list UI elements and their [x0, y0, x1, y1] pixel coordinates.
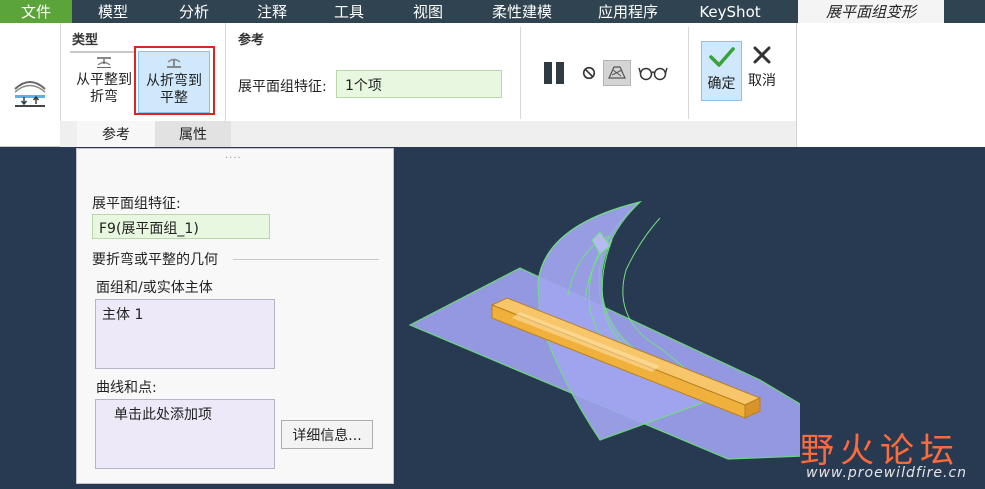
menu-model[interactable]: 模型 — [72, 0, 154, 23]
close-icon — [753, 46, 771, 64]
panel-grip[interactable]: .... — [225, 150, 242, 161]
glasses-icon — [638, 67, 668, 81]
menu-annotate[interactable]: 注释 — [234, 0, 310, 23]
panel-feature-label: 展平面组特征: — [92, 196, 181, 212]
cancel-button[interactable]: 取消 — [744, 41, 780, 101]
curves-collector-label: 曲线和点: — [96, 380, 157, 396]
checkmark-icon — [708, 47, 735, 67]
menu-applications[interactable]: 应用程序 — [576, 0, 680, 23]
flat-to-bend-button[interactable]: 从平整到 折弯 — [70, 55, 138, 117]
ok-label: 确定 — [707, 76, 736, 92]
geometry-section-title: 要折弯或平整的几何 — [92, 252, 218, 268]
no-preview-button[interactable] — [580, 60, 598, 86]
pause-icon-bar-left — [544, 62, 552, 84]
app-window: 文件 模型 分析 注释 工具 视图 柔性建模 应用程序 KeyShot 展平面组… — [0, 0, 985, 489]
menu-tools[interactable]: 工具 — [310, 0, 388, 23]
ribbon: 类型 从平整到 折弯 从折弯到 平整 参考 展平面组特征: 1个项 确定 取消 … — [0, 23, 985, 147]
model-3d-view[interactable] — [400, 195, 800, 465]
quilt-feature-field[interactable]: 1个项 — [336, 70, 502, 98]
menu-file[interactable]: 文件 — [0, 0, 72, 23]
menu-keyshot[interactable]: KeyShot — [680, 0, 780, 23]
details-button[interactable]: 详细信息... — [281, 420, 373, 449]
menu-view[interactable]: 视图 — [388, 0, 468, 23]
unbend-quilt-icon — [14, 81, 46, 107]
tab-unbend-quilt[interactable]: 展平面组变形 — [798, 0, 944, 23]
type-group-title: 类型 — [72, 33, 99, 48]
ok-button[interactable]: 确定 — [701, 41, 742, 101]
menu-bar: 文件 模型 分析 注释 工具 视图 柔性建模 应用程序 KeyShot 展平面组… — [0, 0, 985, 23]
feature-preview-icon — [608, 66, 626, 79]
panel-feature-field[interactable]: F9(展平面组_1) — [92, 214, 270, 239]
flat-to-bend-label-1: 从平整到 — [76, 72, 132, 88]
watermark-url: www.proewildfire.cn — [806, 465, 968, 481]
flat-to-bend-label-2: 折弯 — [90, 89, 118, 105]
cancel-label: 取消 — [748, 73, 776, 89]
menu-flexible-modeling[interactable]: 柔性建模 — [468, 0, 576, 23]
prohibited-icon — [582, 66, 596, 80]
body-collector-label: 面组和/或实体主体 — [96, 280, 213, 296]
body-collector-item[interactable]: 主体 1 — [102, 304, 268, 324]
tab-references[interactable]: 参考 — [77, 121, 155, 147]
flat-to-bend-icon — [97, 57, 111, 68]
pause-icon-bar-right — [556, 62, 564, 84]
quilt-feature-label: 展平面组特征: — [238, 79, 327, 95]
menu-analysis[interactable]: 分析 — [154, 0, 234, 23]
feature-preview-button[interactable] — [603, 60, 631, 86]
verify-glasses-button[interactable] — [637, 60, 669, 86]
reference-group-title: 参考 — [238, 33, 265, 48]
body-collector[interactable]: 主体 1 — [95, 299, 275, 369]
curves-collector[interactable]: 单击此处添加项 — [95, 399, 275, 469]
curves-collector-placeholder: 单击此处添加项 — [114, 407, 212, 423]
section-divider — [233, 259, 379, 260]
highlight-box — [134, 46, 215, 115]
pause-button[interactable] — [540, 60, 568, 86]
tab-properties[interactable]: 属性 — [155, 121, 231, 147]
